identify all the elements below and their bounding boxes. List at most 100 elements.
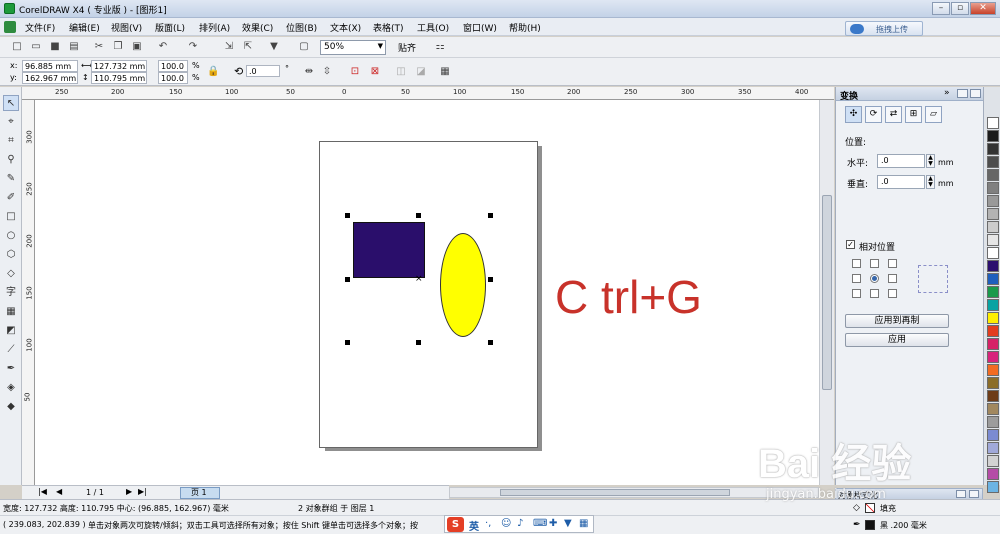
relative-position-checkbox[interactable]: ✓ [846, 240, 855, 249]
skew-tab-icon[interactable]: ▱ [925, 106, 942, 123]
copy-icon[interactable]: ❐ [111, 40, 125, 54]
horizontal-spinner[interactable]: ▲ ▼ [926, 154, 935, 168]
last-page-icon[interactable]: ▶| [138, 487, 147, 496]
welcome-screen-icon[interactable]: ▢ [297, 40, 311, 54]
freehand-tool-icon[interactable]: ✎ [3, 171, 19, 187]
position-tab-icon[interactable]: ✣ [845, 106, 862, 123]
ungroup-icon[interactable]: ⊠ [368, 65, 382, 79]
color-swatch[interactable] [987, 143, 999, 155]
color-swatch[interactable] [987, 338, 999, 350]
undo-icon[interactable]: ↶ [156, 40, 170, 54]
anchor-point[interactable] [870, 259, 879, 268]
zoom-tool-icon[interactable]: ⚲ [3, 152, 19, 168]
pick-tool-icon[interactable]: ↖ [3, 95, 19, 111]
shape-tool-icon[interactable]: ⌖ [3, 114, 19, 130]
open-folder-icon[interactable]: ▭ [29, 40, 43, 54]
toolbox-icon[interactable]: ✚ [549, 518, 557, 529]
fill-tool-icon[interactable]: ◈ [3, 380, 19, 396]
anchor-point[interactable] [852, 259, 861, 268]
color-swatch[interactable] [987, 117, 999, 129]
color-swatch[interactable] [987, 403, 999, 415]
color-swatch[interactable] [987, 273, 999, 285]
menu-window[interactable]: 窗口(W) [463, 21, 497, 34]
emoji-icon[interactable]: ☺ [501, 518, 511, 529]
table-tool-icon[interactable]: ▦ [3, 304, 19, 320]
lock-ratio-icon[interactable]: 🔒 [207, 66, 219, 77]
vertical-position-field[interactable]: .0 [877, 175, 925, 189]
apply-button[interactable]: 应用 [845, 333, 949, 347]
color-swatch[interactable] [987, 156, 999, 168]
cut-icon[interactable]: ✂ [92, 40, 106, 54]
color-swatch[interactable] [987, 247, 999, 259]
color-swatch[interactable] [987, 169, 999, 181]
punctuation-icon[interactable]: ·, [485, 518, 491, 529]
anchor-point[interactable] [870, 289, 879, 298]
selection-handle[interactable] [345, 340, 350, 345]
menu-bitmaps[interactable]: 位图(B) [286, 21, 317, 34]
polygon-tool-icon[interactable]: ⬡ [3, 247, 19, 263]
sogou-logo-icon[interactable]: S [447, 517, 464, 532]
menu-arrange[interactable]: 排列(A) [199, 21, 230, 34]
mirror-horizontal-icon[interactable]: ⇹ [302, 65, 316, 79]
selection-handle[interactable] [488, 213, 493, 218]
rotate-tab-icon[interactable]: ⟳ [865, 106, 882, 123]
crop-tool-icon[interactable]: ⌗ [3, 133, 19, 149]
horizontal-position-field[interactable]: .0 [877, 154, 925, 168]
expand-icon[interactable]: » [944, 88, 950, 98]
vertical-scroll-thumb[interactable] [822, 195, 832, 390]
color-swatch[interactable] [987, 221, 999, 233]
export-icon[interactable]: ⇱ [241, 40, 255, 54]
color-swatch[interactable] [987, 286, 999, 298]
ime-language-toggle[interactable]: 英 [469, 518, 479, 533]
rectangle-tool-icon[interactable]: □ [3, 209, 19, 225]
vertical-spinner[interactable]: ▲ ▼ [926, 175, 935, 189]
import-icon[interactable]: ⇲ [222, 40, 236, 54]
menu-help[interactable]: 帮助(H) [509, 21, 541, 34]
height-field[interactable]: 110.795 mm [91, 72, 147, 84]
menu-layout[interactable]: 版面(L) [155, 21, 185, 34]
color-swatch[interactable] [987, 325, 999, 337]
selection-handle[interactable] [488, 340, 493, 345]
scale-x-field[interactable]: 100.0 [158, 60, 188, 72]
basic-shapes-tool-icon[interactable]: ◇ [3, 266, 19, 282]
anchor-point[interactable] [888, 259, 897, 268]
size-tab-icon[interactable]: ⊞ [905, 106, 922, 123]
menu-view[interactable]: 视图(V) [111, 21, 142, 34]
color-swatch[interactable] [987, 182, 999, 194]
prev-page-icon[interactable]: ◀ [56, 487, 62, 496]
to-front-icon[interactable]: ▦ [438, 65, 452, 79]
menu-file[interactable]: 文件(F) [25, 21, 55, 34]
purple-rectangle[interactable] [353, 222, 425, 278]
next-page-icon[interactable]: ▶ [126, 487, 132, 496]
save-icon[interactable]: ■ [48, 40, 62, 54]
redo-icon[interactable]: ↷ [186, 40, 200, 54]
scale-y-field[interactable]: 100.0 [158, 72, 188, 84]
snap-to-dropdown[interactable]: 贴齐 [398, 41, 416, 54]
x-position-field[interactable]: 96.885 mm [22, 60, 78, 72]
ellipse-tool-icon[interactable]: ○ [3, 228, 19, 244]
y-position-field[interactable]: 162.967 mm [22, 72, 78, 84]
color-swatch[interactable] [987, 130, 999, 142]
keyboard-icon[interactable]: ⌨ [533, 518, 547, 529]
color-swatch[interactable] [987, 299, 999, 311]
interactive-fill-tool-icon[interactable]: ◆ [3, 399, 19, 415]
anchor-point[interactable] [888, 289, 897, 298]
first-page-icon[interactable]: |◀ [38, 487, 47, 496]
color-swatch[interactable] [987, 195, 999, 207]
settings-grid-icon[interactable]: ▦ [579, 518, 588, 529]
zoom-level-select[interactable]: 50% ▼ [320, 40, 386, 55]
break-apart-icon[interactable]: ◪ [414, 65, 428, 79]
new-document-icon[interactable]: □ [10, 40, 24, 54]
apply-to-duplicate-button[interactable]: 应用到再制 [845, 314, 949, 328]
anchor-point[interactable] [888, 274, 897, 283]
selection-handle[interactable] [416, 213, 421, 218]
selection-handle[interactable] [416, 340, 421, 345]
selection-handle[interactable] [345, 277, 350, 282]
color-swatch[interactable] [987, 390, 999, 402]
color-swatch[interactable] [987, 208, 999, 220]
rotation-angle-field[interactable]: .0 [246, 65, 280, 77]
microphone-icon[interactable]: ♪ [517, 518, 523, 529]
print-icon[interactable]: ▤ [67, 40, 81, 54]
width-field[interactable]: 127.732 mm [91, 60, 147, 72]
skin-icon[interactable]: ▼ [564, 518, 572, 529]
